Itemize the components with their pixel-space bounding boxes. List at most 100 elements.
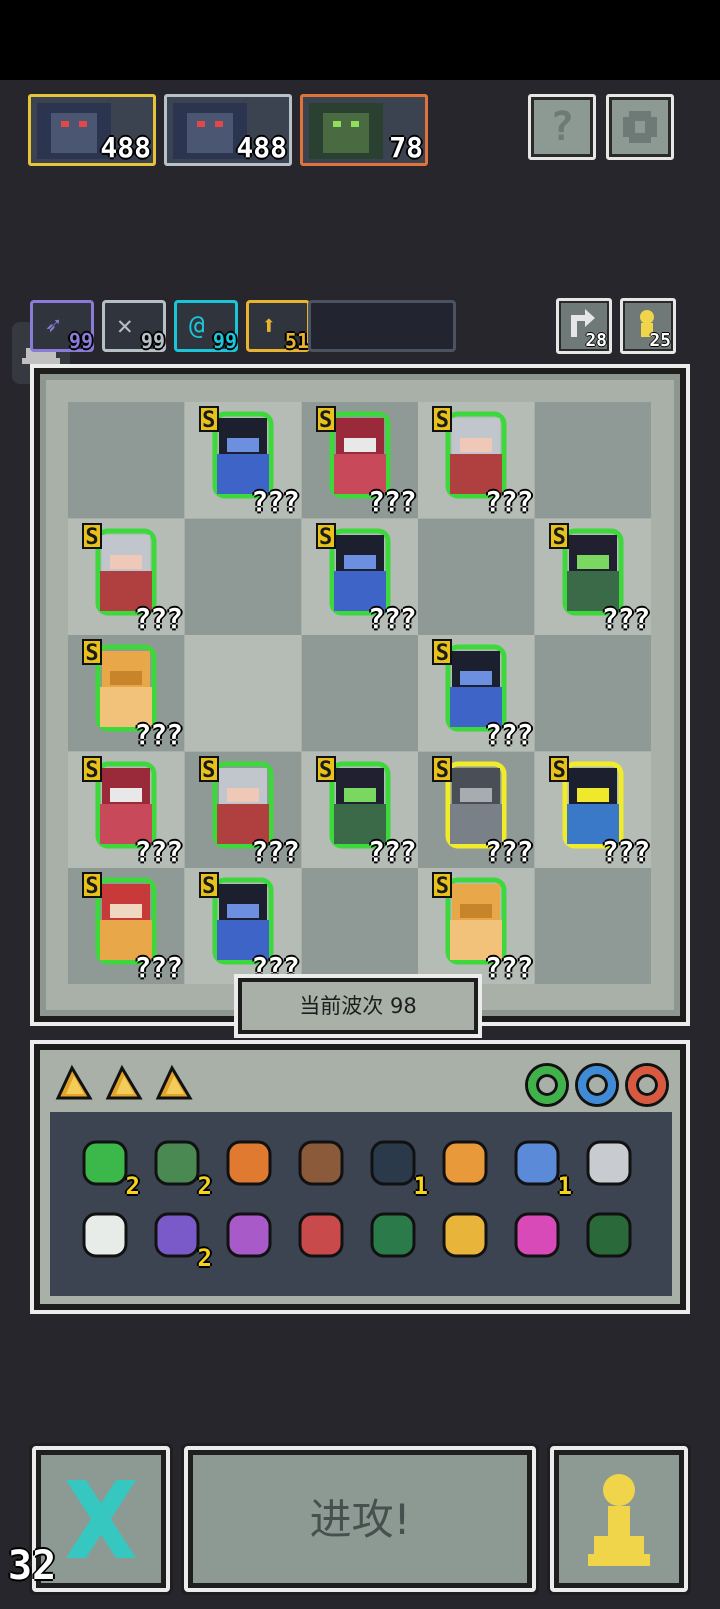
unit-label: ??? xyxy=(484,951,534,985)
board-grid: S??? S??? S??? S??? S??? S??? S??? S??? S??? S???… xyxy=(68,402,652,985)
moon-icon[interactable] xyxy=(74,1204,136,1266)
rank-badge: S xyxy=(432,872,453,899)
rune-tile-icon[interactable] xyxy=(578,1204,640,1266)
slingshot-icon[interactable] xyxy=(290,1132,352,1194)
enemy-count: 488 xyxy=(100,131,151,164)
crossbow-icon[interactable]: 1 xyxy=(506,1132,572,1200)
gold-chip-icon[interactable] xyxy=(54,1062,94,1102)
staff-icon[interactable] xyxy=(218,1204,280,1266)
board-cell[interactable] xyxy=(535,402,652,518)
enemy-portrait[interactable]: 488 xyxy=(28,94,156,166)
synergy-badge[interactable]: ✕ 99 xyxy=(102,300,166,353)
board-cell[interactable]: S??? xyxy=(418,751,535,868)
board-cell[interactable] xyxy=(535,868,652,985)
board-cell[interactable]: S??? xyxy=(184,402,301,518)
rank-badge: S xyxy=(432,755,453,783)
rank-badge: S xyxy=(315,522,336,550)
sickle-icon[interactable] xyxy=(578,1132,640,1194)
emerald-icon[interactable]: 2 xyxy=(74,1132,140,1200)
board-cell[interactable] xyxy=(184,518,301,635)
enemy-portrait[interactable]: 488 xyxy=(164,94,292,166)
rank-badge: S xyxy=(549,522,570,550)
counter-value: 25 xyxy=(649,330,671,351)
chalice-icon[interactable] xyxy=(434,1204,496,1266)
gear-icon xyxy=(623,111,657,143)
arrow-up-icon: ⬆ xyxy=(261,311,277,341)
helmet-icon[interactable]: 2 xyxy=(146,1132,212,1200)
unit-label: ??? xyxy=(134,601,183,635)
enemy-portrait[interactable]: 78 xyxy=(300,94,428,166)
help-button[interactable]: ? xyxy=(528,94,596,160)
reroll-counter[interactable]: 28 xyxy=(556,298,612,354)
unit-label: ??? xyxy=(368,601,417,635)
status-bar xyxy=(0,0,720,80)
synergy-badge[interactable]: ➶ 99 xyxy=(30,300,94,353)
board-cell[interactable] xyxy=(68,402,184,518)
board-cell[interactable]: S??? xyxy=(68,868,184,985)
hourglass-icon[interactable]: 2 xyxy=(146,1204,212,1272)
unit-label: ??? xyxy=(601,834,651,868)
orb-icon[interactable]: 1 xyxy=(362,1132,428,1200)
swirl-icon: @ xyxy=(189,311,205,341)
synergy-count: 99 xyxy=(212,329,237,353)
board-cell[interactable]: S??? xyxy=(418,402,535,518)
board-cell[interactable] xyxy=(418,518,535,635)
ring-icon[interactable] xyxy=(528,1066,566,1104)
item-count: 1 xyxy=(413,1172,428,1200)
synergy-count: 99 xyxy=(140,329,165,353)
unit-label: ??? xyxy=(484,485,534,518)
board-cell[interactable]: S??? xyxy=(535,518,652,635)
enemy-count: 78 xyxy=(389,131,423,164)
unit-label: ??? xyxy=(134,951,183,985)
board-cell[interactable] xyxy=(301,868,418,985)
unit-label: ??? xyxy=(368,834,417,868)
board-cell[interactable]: S??? xyxy=(535,751,652,868)
boomerang-icon[interactable] xyxy=(434,1132,496,1194)
gold-chip-icon[interactable] xyxy=(104,1062,144,1102)
board-cell[interactable] xyxy=(535,635,652,752)
fps-counter: 32 xyxy=(8,1543,57,1589)
board-cell[interactable]: S??? xyxy=(418,868,535,985)
attack-button[interactable]: 进攻! xyxy=(184,1446,536,1592)
help-icon: ? xyxy=(549,104,575,150)
population-counter[interactable]: 25 xyxy=(620,298,676,354)
ring-icon[interactable] xyxy=(628,1066,666,1104)
item-count: 2 xyxy=(197,1172,212,1200)
synergy-badge[interactable]: @99 xyxy=(174,300,238,353)
unit-label: ??? xyxy=(601,601,651,635)
unit-label: ??? xyxy=(484,718,534,752)
board-cell[interactable]: S??? xyxy=(184,751,301,868)
board-cell[interactable]: S??? xyxy=(301,518,418,635)
board-cell[interactable]: S??? xyxy=(301,751,418,868)
unit-label: ??? xyxy=(251,834,300,868)
jade-tile-icon[interactable] xyxy=(362,1204,424,1266)
synergy-empty-slot xyxy=(308,300,456,352)
gold-chip-icon[interactable] xyxy=(154,1062,194,1102)
synergy-count: 99 xyxy=(68,329,93,353)
ring-icon[interactable] xyxy=(578,1066,616,1104)
rank-badge: S xyxy=(198,755,219,783)
rank-badge: S xyxy=(315,406,336,433)
board-cell[interactable]: S??? xyxy=(68,518,184,635)
rank-badge: S xyxy=(198,406,219,433)
unit-button[interactable] xyxy=(550,1446,688,1592)
settings-button[interactable] xyxy=(606,94,674,160)
item-count: 1 xyxy=(557,1172,572,1200)
board-cell[interactable]: S??? xyxy=(301,402,418,518)
wing-icon: ➶ xyxy=(45,311,61,341)
synergy-badge[interactable]: ⬆ 51 xyxy=(246,300,310,353)
shield-icon[interactable] xyxy=(218,1132,280,1194)
unit-label: ??? xyxy=(368,485,417,518)
rank-badge: S xyxy=(432,406,453,433)
arrow-icon[interactable] xyxy=(290,1204,352,1266)
board-cell[interactable]: S??? xyxy=(184,868,301,985)
item-count: 2 xyxy=(197,1244,212,1272)
board-cell[interactable] xyxy=(301,635,418,752)
board-cell[interactable]: S??? xyxy=(68,635,184,752)
board-cell[interactable]: S??? xyxy=(418,635,535,752)
bird-icon: ✕ xyxy=(117,311,133,341)
pawn-icon xyxy=(588,1474,650,1566)
board-cell[interactable]: S??? xyxy=(68,751,184,868)
board-cell[interactable] xyxy=(184,635,301,752)
pink-arrow-icon[interactable] xyxy=(506,1204,568,1266)
